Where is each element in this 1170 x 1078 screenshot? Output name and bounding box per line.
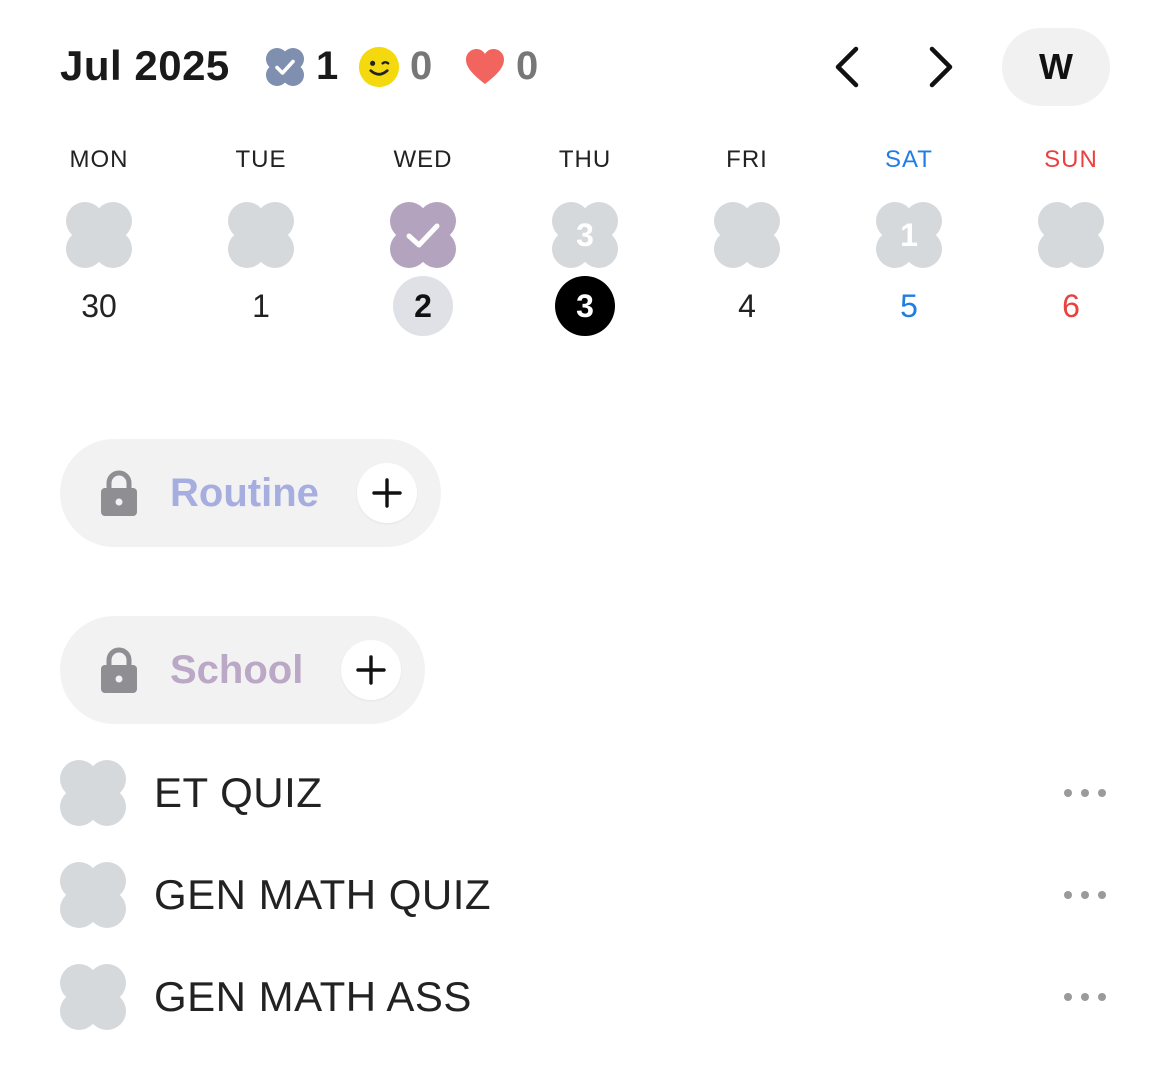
month-title[interactable]: Jul 2025: [60, 42, 230, 90]
plus-icon: [356, 655, 387, 685]
task-title[interactable]: GEN MATH ASS: [154, 973, 1060, 1021]
day-column-sun[interactable]: SUN 6: [990, 140, 1152, 336]
add-task-button[interactable]: [356, 463, 417, 523]
smile-icon: [358, 46, 400, 88]
check-blob-icon[interactable]: [390, 202, 456, 268]
day-date[interactable]: 1: [231, 276, 291, 336]
day-column-sat[interactable]: SAT 1 5: [828, 140, 990, 336]
day-column-thu[interactable]: THU 3 3: [504, 140, 666, 336]
flower-blob-icon[interactable]: [1038, 202, 1104, 268]
plus-icon: [372, 478, 402, 508]
day-column-tue[interactable]: TUE 1: [180, 140, 342, 336]
task-item[interactable]: GEN MATH QUIZ: [60, 860, 1110, 930]
flower-blob-icon[interactable]: [60, 862, 126, 928]
smile-count: 0: [410, 44, 433, 88]
prev-week-button[interactable]: [822, 42, 872, 92]
lock-icon: [101, 647, 137, 693]
day-date[interactable]: 5: [879, 276, 939, 336]
completed-count: 1: [316, 44, 339, 88]
day-column-mon[interactable]: MON 30: [18, 140, 180, 336]
day-date[interactable]: 4: [717, 276, 777, 336]
flower-blob-icon[interactable]: 3: [552, 202, 618, 268]
smile-stat: 0: [358, 44, 432, 89]
lock-icon: [101, 470, 137, 516]
day-name: THU: [558, 146, 612, 173]
day-name: FRI: [726, 146, 768, 173]
more-icon[interactable]: [1060, 982, 1110, 1012]
task-item[interactable]: GEN MATH ASS: [60, 962, 1110, 1032]
heart-stat: 0: [464, 44, 538, 89]
add-task-button[interactable]: [341, 640, 402, 700]
day-name: SUN: [1044, 146, 1098, 173]
day-column-fri[interactable]: FRI 4: [666, 140, 828, 336]
chevron-left-icon: [835, 46, 859, 88]
heart-count: 0: [516, 44, 539, 88]
day-column-wed[interactable]: WED 2: [342, 140, 504, 336]
more-icon[interactable]: [1060, 778, 1110, 808]
flower-blob-icon[interactable]: [60, 760, 126, 826]
check-badge-icon: [264, 46, 306, 88]
blob-task-count: 1: [900, 217, 918, 253]
day-date[interactable]: 6: [1041, 276, 1101, 336]
more-icon[interactable]: [1060, 880, 1110, 910]
day-name: TUE: [235, 146, 287, 173]
task-item[interactable]: ET QUIZ: [60, 758, 1110, 828]
flower-blob-icon[interactable]: 1: [876, 202, 942, 268]
calendar-header: Jul 2025 1 0 0 W: [60, 28, 1110, 106]
flower-blob-icon[interactable]: [714, 202, 780, 268]
day-name: MON: [69, 146, 129, 173]
category-routine[interactable]: Routine: [60, 439, 441, 547]
day-date-today[interactable]: 3: [555, 276, 615, 336]
task-title[interactable]: GEN MATH QUIZ: [154, 871, 1060, 919]
view-mode-toggle[interactable]: W: [1002, 28, 1110, 106]
day-date-selected[interactable]: 2: [393, 276, 453, 336]
category-school[interactable]: School: [60, 616, 426, 724]
flower-blob-icon[interactable]: [60, 964, 126, 1030]
category-label: School: [170, 647, 304, 692]
heart-icon: [464, 46, 506, 88]
chevron-right-icon: [929, 46, 953, 88]
flower-blob-icon[interactable]: [66, 202, 132, 268]
category-label: Routine: [170, 470, 319, 515]
completed-stat: 1: [264, 44, 338, 89]
day-date[interactable]: 30: [69, 276, 129, 336]
flower-blob-icon[interactable]: [228, 202, 294, 268]
next-week-button[interactable]: [916, 42, 966, 92]
day-name: SAT: [885, 146, 933, 173]
task-title[interactable]: ET QUIZ: [154, 769, 1060, 817]
blob-task-count: 3: [576, 217, 594, 253]
day-name: WED: [393, 146, 453, 173]
